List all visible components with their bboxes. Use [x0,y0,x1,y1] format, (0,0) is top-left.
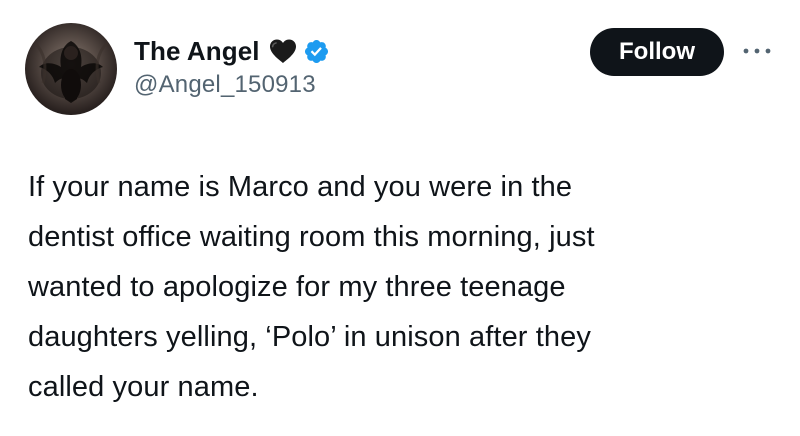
tweet-line: called your name. [28,371,259,403]
handle[interactable]: @Angel_150913 [134,71,330,99]
tweet-text: If your name is Marco and you were in th… [28,162,768,412]
avatar[interactable] [25,23,117,115]
tweet-line: daughters yelling, ‘Polo’ in unison afte… [28,321,591,353]
display-name[interactable]: The Angel [134,36,260,67]
black-heart-icon [268,38,298,64]
tweet: The Angel @Angel_150913 Follow If your n… [0,0,800,436]
tweet-line: dentist office waiting room this morning… [28,221,595,253]
name-row: The Angel [134,33,330,69]
user-info: The Angel @Angel_150913 [134,33,330,99]
tweet-line: wanted to apologize for my three teenage [28,271,566,303]
tweet-line: If your name is Marco and you were in th… [28,171,573,203]
follow-button[interactable]: Follow [590,28,724,76]
verified-icon [303,38,330,65]
more-horizontal-icon[interactable] [740,44,774,58]
